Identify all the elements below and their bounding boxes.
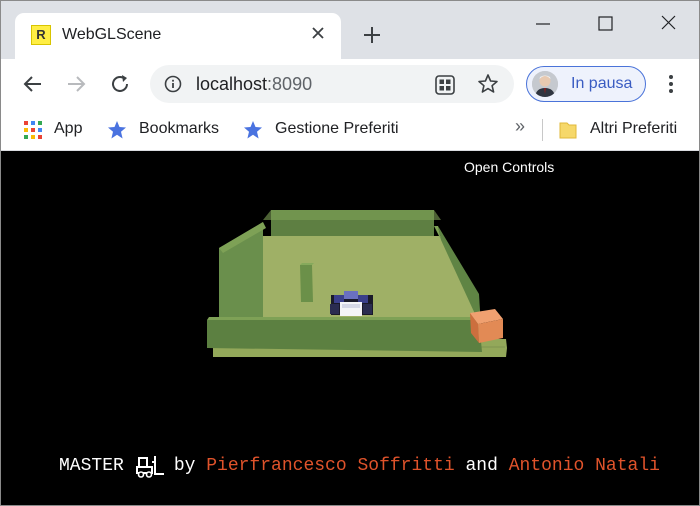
bookmark-label: Gestione Preferiti [275,120,399,137]
bookmarks-overflow-button[interactable]: » [515,116,525,137]
tab-close-icon[interactable] [307,22,329,44]
more-vert-icon[interactable] [661,71,681,97]
url-text[interactable]: localhost:8090 [196,74,312,95]
bookmark-label: App [54,120,83,137]
star-icon [243,120,263,140]
address-bar[interactable]: localhost:8090 [150,65,514,103]
site-info-icon[interactable] [164,75,182,93]
forklift-icon [135,454,166,478]
webgl-canvas[interactable]: Open Controls MASTER by Pierfrancesco Sof… [1,152,699,505]
front-wall [207,320,482,352]
avatar [532,71,558,97]
window-close-icon[interactable] [645,9,691,39]
bookmark-label: Altri Preferiti [590,120,678,137]
pillar-obstacle [300,265,313,302]
bookmark-gestione-preferiti[interactable]: Gestione Preferiti [243,119,408,141]
tab-strip: R WebGLScene [1,1,699,59]
back-arrow-icon[interactable] [19,70,47,98]
reload-icon[interactable] [106,70,134,98]
credits-author-1[interactable]: Pierfrancesco Soffritti [206,456,454,476]
minimize-icon[interactable] [520,9,566,39]
bookmark-label: Bookmarks [139,120,220,137]
extension-grid-icon[interactable] [434,74,456,96]
credits-and: and [465,456,498,476]
credits-master: MASTER [59,456,124,476]
bookmarks-separator [542,119,543,141]
bookmark-star-icon[interactable] [477,73,499,95]
favicon-icon: R [31,25,51,45]
credits-by: by [173,456,196,476]
maximize-icon[interactable] [582,9,628,39]
new-tab-button[interactable] [358,21,386,49]
forward-arrow-icon[interactable] [62,70,90,98]
credits-author-2[interactable]: Antonio Natali [509,456,660,476]
bookmark-app[interactable]: App [23,119,93,141]
open-controls-button[interactable]: Open Controls [464,159,554,175]
apps-grid-icon [23,120,43,140]
star-icon [107,120,127,140]
url-port: :8090 [267,74,313,94]
url-host: localhost [196,74,268,94]
3d-scene [207,210,507,357]
tab-webglscene[interactable]: R WebGLScene [15,13,341,59]
bookmark-bookmarks[interactable]: Bookmarks [107,119,227,141]
browser-window: R WebGLScene localhost:8090 In pausa App… [0,0,700,506]
orange-box [470,309,503,343]
browser-toolbar: localhost:8090 In pausa [1,59,699,109]
folder-icon [558,120,578,140]
profile-button[interactable]: In pausa [526,66,646,102]
profile-status: In pausa [571,75,633,92]
bookmark-altri-preferiti[interactable]: Altri Preferiti [558,119,688,141]
credits-line: MASTER by Pierfrancesco Soffritti and Ant… [59,454,660,478]
tab-title: WebGLScene [62,26,162,43]
bookmarks-bar: App Bookmarks Gestione Preferiti » Altri… [1,109,699,151]
